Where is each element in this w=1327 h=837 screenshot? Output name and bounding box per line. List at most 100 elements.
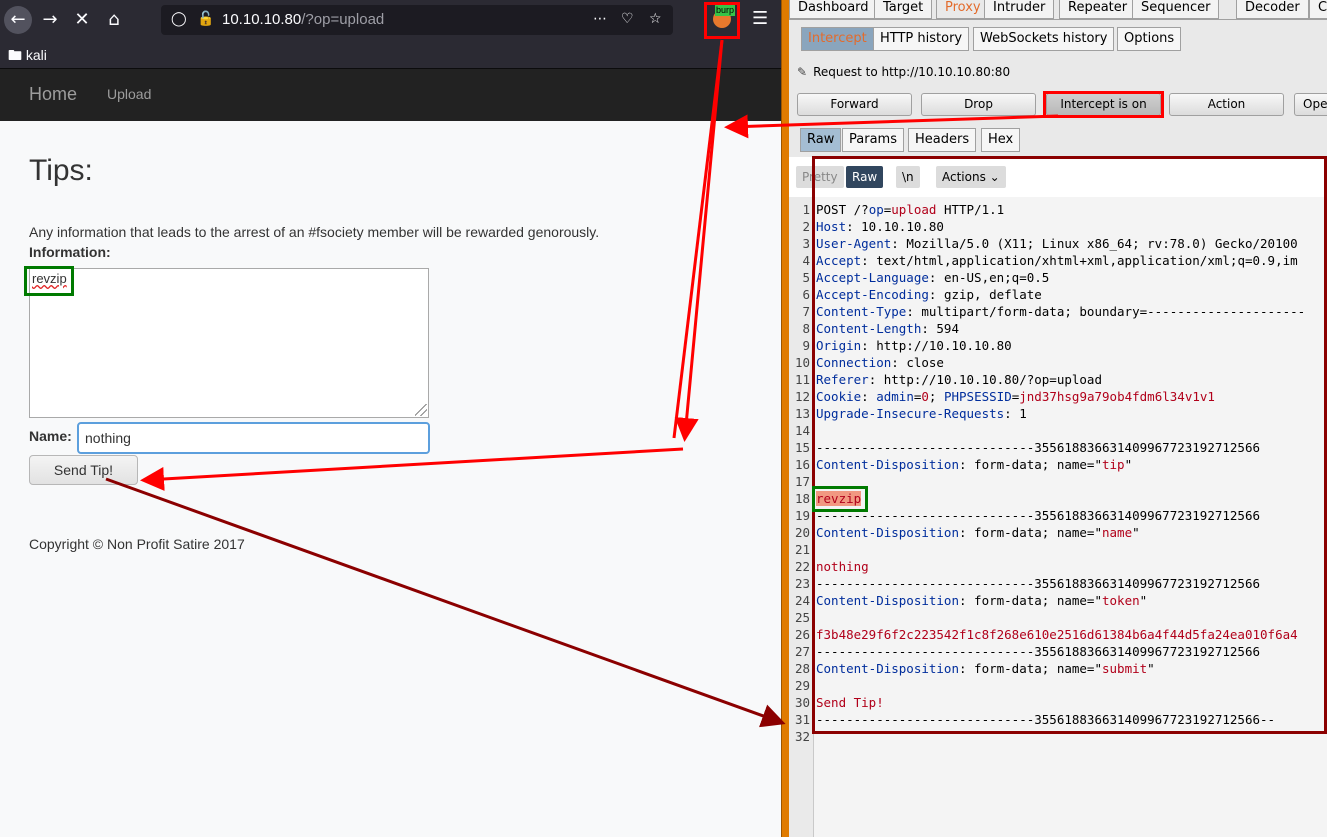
forward-arrow-icon[interactable]: → [36, 6, 64, 34]
back-arrow-icon[interactable]: ← [4, 6, 32, 34]
token-r: 0 [921, 389, 929, 404]
view-tab-raw[interactable]: Raw [800, 128, 842, 152]
drop-button[interactable]: Drop [921, 93, 1036, 116]
pretty-toggle[interactable]: Pretty [796, 166, 844, 188]
line-text: POST /?op=upload HTTP/1.1 [816, 201, 1004, 218]
token-k: Upgrade-Insecure-Requests [816, 406, 1005, 421]
burp-tab-proxy[interactable]: Proxy [936, 0, 990, 19]
burp-tab-sequencer[interactable]: Sequencer [1132, 0, 1220, 19]
request-line[interactable]: 17 [789, 473, 1327, 490]
request-line[interactable]: 10 Connection: close [789, 354, 1327, 371]
request-line[interactable]: 23 -----------------------------355618836… [789, 575, 1327, 592]
more-dots-icon[interactable]: ⋯ [593, 11, 607, 27]
token-r: name [1102, 525, 1133, 540]
request-editor[interactable]: Pretty Raw \n Actions ⌄ 1 POST /?op=uploa… [789, 157, 1327, 837]
token-tail: " [1124, 457, 1133, 472]
token-plain: -----------------------------35561883663… [816, 644, 1261, 659]
request-line[interactable]: 25 [789, 609, 1327, 626]
proxy-tab-websockets-history[interactable]: WebSockets history [973, 27, 1115, 51]
request-line[interactable]: 18 revzip [789, 490, 1327, 507]
line-text: -----------------------------35561883663… [816, 439, 1260, 456]
resize-grip-icon[interactable] [415, 404, 427, 416]
bookmark-star-icon[interactable]: ☆ [649, 11, 662, 27]
name-input[interactable]: nothing [77, 422, 430, 454]
line-number: 26 [794, 627, 810, 642]
line-number: 27 [794, 644, 810, 659]
burp-tab-target[interactable]: Target [874, 0, 933, 19]
burp-tab-repeater[interactable]: Repeater [1059, 0, 1137, 19]
request-line[interactable]: 2 Host: 10.10.10.80 [789, 218, 1327, 235]
information-textarea[interactable]: revzip [29, 268, 429, 418]
request-line[interactable]: 12 Cookie: admin=0; PHPSESSID=jnd37hsg9a7… [789, 388, 1327, 405]
burp-tab-intruder[interactable]: Intruder [984, 0, 1055, 19]
proxy-sub-tabs: Intercept HTTP history WebSockets history O… [789, 25, 1327, 53]
nav-home-link[interactable]: Home [29, 84, 77, 105]
insecure-lock-icon[interactable]: 🔓 [197, 11, 214, 27]
action-button[interactable]: Action [1169, 93, 1284, 116]
newline-toggle[interactable]: \n [896, 166, 920, 188]
bookmark-folder-kali[interactable]: 🖿 kali [8, 45, 47, 69]
burp-extension-button[interactable]: burp [704, 2, 740, 39]
request-line[interactable]: 20 Content-Disposition: form-data; name="… [789, 524, 1327, 541]
forward-button[interactable]: Forward [797, 93, 912, 116]
token-plain: POST /? [816, 202, 869, 217]
send-tip-button[interactable]: Send Tip! [29, 455, 138, 485]
open-browser-button[interactable]: Ope [1294, 93, 1327, 116]
stop-icon[interactable]: ✕ [68, 6, 96, 34]
request-line[interactable]: 31 -----------------------------355618836… [789, 711, 1327, 728]
burp-tab-decoder[interactable]: Decoder [1236, 0, 1309, 19]
pocket-icon[interactable]: ♡ [621, 11, 634, 27]
request-line[interactable]: 13 Upgrade-Insecure-Requests: 1 [789, 405, 1327, 422]
token-v: : gzip, deflate [928, 287, 1042, 302]
burp-tab-dashboard[interactable]: Dashboard [789, 0, 878, 19]
view-tab-params[interactable]: Params [842, 128, 904, 152]
line-text: nothing [816, 558, 869, 575]
request-line[interactable]: 1 POST /?op=upload HTTP/1.1 [789, 201, 1327, 218]
request-line[interactable]: 21 [789, 541, 1327, 558]
request-line[interactable]: 22 nothing [789, 558, 1327, 575]
token-r: token [1102, 593, 1140, 608]
view-tab-hex[interactable]: Hex [981, 128, 1021, 152]
burp-tab-co[interactable]: Co [1309, 0, 1327, 19]
request-line[interactable]: 9 Origin: http://10.10.10.80 [789, 337, 1327, 354]
request-line[interactable]: 27 -----------------------------355618836… [789, 643, 1327, 660]
burp-main-tabs: Dashboard Target Proxy Intruder Repeater Sequ… [789, 0, 1327, 20]
request-line[interactable]: 7 Content-Type: multipart/form-data; boun… [789, 303, 1327, 320]
token-k: User-Agent [816, 236, 892, 251]
request-line[interactable]: 3 User-Agent: Mozilla/5.0 (X11; Linux x86… [789, 235, 1327, 252]
home-icon[interactable]: ⌂ [100, 6, 128, 34]
request-line[interactable]: 5 Accept-Language: en-US,en;q=0.5 [789, 269, 1327, 286]
editor-actions-menu[interactable]: Actions ⌄ [936, 166, 1006, 188]
url-bar[interactable]: ◯ 🔓 10.10.10.80/?op=upload ⋯ ♡ ☆ [161, 5, 673, 35]
token-r: f3b48e29f6f2c223542f1c8f268e610e2516d613… [816, 627, 1298, 642]
request-line[interactable]: 28 Content-Disposition: form-data; name="… [789, 660, 1327, 677]
token-k: Content-Disposition [816, 457, 959, 472]
request-line[interactable]: 32 [789, 728, 1327, 745]
request-line[interactable]: 24 Content-Disposition: form-data; name="… [789, 592, 1327, 609]
request-line[interactable]: 30 Send Tip! [789, 694, 1327, 711]
token-v: : form-data; name=" [959, 593, 1102, 608]
request-line[interactable]: 8 Content-Length: 594 [789, 320, 1327, 337]
line-number: 29 [794, 678, 810, 693]
token-tail: HTTP/1.1 [936, 202, 1005, 217]
request-line[interactable]: 26 f3b48e29f6f2c223542f1c8f268e610e2516d6… [789, 626, 1327, 643]
line-text: Origin: http://10.10.10.80 [816, 337, 1012, 354]
hamburger-menu-icon[interactable]: ☰ [752, 8, 768, 29]
request-line[interactable]: 15 -----------------------------355618836… [789, 439, 1327, 456]
request-line[interactable]: 19 -----------------------------355618836… [789, 507, 1327, 524]
url-text[interactable]: 10.10.10.80/?op=upload [222, 11, 384, 28]
line-number: 23 [794, 576, 810, 591]
view-tab-headers[interactable]: Headers [908, 128, 977, 152]
raw-toggle[interactable]: Raw [846, 166, 884, 188]
nav-upload-link[interactable]: Upload [107, 86, 151, 102]
request-line[interactable]: 11 Referer: http://10.10.10.80/?op=upload [789, 371, 1327, 388]
request-line[interactable]: 4 Accept: text/html,application/xhtml+xml… [789, 252, 1327, 269]
request-line[interactable]: 16 Content-Disposition: form-data; name="… [789, 456, 1327, 473]
shield-icon[interactable]: ◯ [171, 11, 187, 27]
request-line[interactable]: 29 [789, 677, 1327, 694]
proxy-tab-http-history[interactable]: HTTP history [873, 27, 970, 51]
request-line[interactable]: 6 Accept-Encoding: gzip, deflate [789, 286, 1327, 303]
proxy-tab-options[interactable]: Options [1117, 27, 1182, 51]
proxy-tab-intercept[interactable]: Intercept [801, 27, 874, 51]
request-line[interactable]: 14 [789, 422, 1327, 439]
